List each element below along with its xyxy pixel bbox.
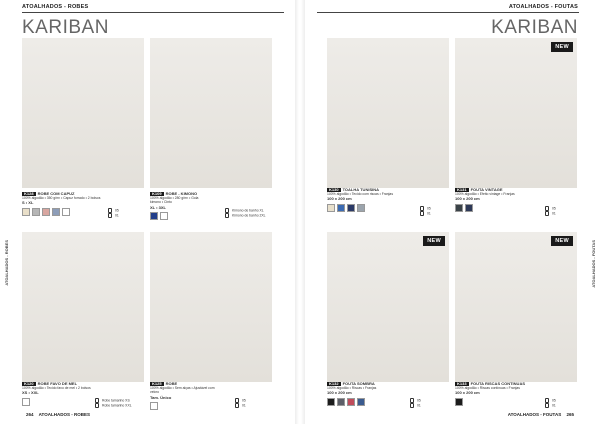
color-swatch[interactable] [347,203,355,212]
packaging-info: 05 01 [545,398,556,409]
color-swatch[interactable] [465,203,473,212]
packaging-info: Kimono de banho XL Kimono de banho 2XL [225,208,266,219]
product-photo-shadow-fouta[interactable]: NEW [327,232,449,382]
page-number: 264 [26,412,34,417]
right-header-rule [317,12,579,13]
color-swatch[interactable] [52,207,60,216]
right-footer: ATOALHADOS - FOUTAS 265 [508,412,578,417]
product-info-kimono: K109 ROBE - KIMONO 100% algodão • 280 g/m… [150,191,210,220]
footer-section: ATOALHADOS - FOUTAS [507,412,562,417]
book-gutter [295,0,305,424]
product-info-striped-fouta: K133 FOUTA RISCAS CONTINUAS 100% algodão … [455,381,583,406]
left-side-tab: ATOALHADOS - ROBES [4,240,9,286]
product-info-hooded-robe: K128 ROBE COM CAPUZ 100% algodão • 350 g/… [22,191,102,216]
left-brand-title: KARIBAN [22,17,109,38]
bag-icon [235,403,239,409]
box-icon [410,398,414,403]
packaging-info: 05 01 [108,208,119,219]
left-header-rule [22,12,284,13]
new-badge: NEW [551,42,573,52]
color-swatch[interactable] [357,397,365,406]
bag-icon [410,403,414,409]
size-icon [225,213,229,219]
size-icon [95,398,99,403]
color-swatch[interactable] [22,397,30,406]
bag-icon [420,211,424,217]
color-swatch[interactable] [347,397,355,406]
product-photo-kimono-robe[interactable] [150,38,272,188]
color-swatch[interactable] [160,211,168,220]
color-swatch[interactable] [32,207,40,216]
size-icon [225,208,229,213]
color-swatch[interactable] [22,207,30,216]
color-swatches [22,207,102,216]
bag-icon [545,211,549,217]
product-sizes: S • XL [22,200,34,206]
packaging-info: 05 01 [410,398,421,409]
size-icon [95,403,99,409]
left-page: ATOALHADOS - ROBES KARIBAN K128 ROBE COM … [0,0,295,424]
color-swatch[interactable] [150,211,158,220]
packaging-info: Robe tamanho XS Robe tamanho XXL [95,398,132,409]
color-swatch[interactable] [327,397,335,406]
product-photo-honeycomb-robe[interactable] [22,232,144,382]
color-swatch[interactable] [327,203,335,212]
box-icon [545,206,549,211]
color-swatch[interactable] [150,401,158,410]
color-swatch[interactable] [337,203,345,212]
right-brand-title: KARIBAN [491,17,578,38]
product-info-strapless-robe: K125 ROBE 100% algodão • Sem alças • Ajus… [150,381,220,410]
page-number: 265 [566,412,574,417]
product-photo-striped-fouta[interactable]: NEW [455,232,577,382]
right-side-tab: ATOALHADOS - FOUTAS [591,240,596,288]
new-badge: NEW [551,236,573,246]
right-section-header: ATOALHADOS - FOUTAS [508,4,578,10]
color-swatch[interactable] [337,397,345,406]
color-swatch[interactable] [62,207,70,216]
new-badge: NEW [423,236,445,246]
product-photo-strapless-robe[interactable] [150,232,272,382]
product-description: 100% algodão • 350 g/m² • Capuz forrado … [22,196,101,201]
packaging-info: 05 01 [235,398,246,409]
footer-section: ATOALHADOS - ROBES [38,412,90,417]
color-swatches [150,211,210,220]
left-section-header: ATOALHADOS - ROBES [22,4,89,10]
box-icon [545,398,549,403]
right-page: ATOALHADOS - FOUTAS KARIBAN K130 TOALHA T… [305,0,600,424]
color-swatch[interactable] [455,397,463,406]
packaging-info: 05 01 [420,206,431,217]
bag-icon [545,403,549,409]
packaging-info: 05 01 [545,206,556,217]
color-swatch[interactable] [42,207,50,216]
product-photo-tunisian-towel[interactable] [327,38,449,188]
color-swatch[interactable] [455,203,463,212]
product-info-tunisian-towel: K130 TOALHA TUNISINA 100% algodão • Tecid… [327,187,427,212]
box-icon [420,206,424,211]
color-swatch[interactable] [357,203,365,212]
box-icon [235,398,239,403]
product-photo-hooded-robe[interactable] [22,38,144,188]
product-info-vintage-fouta: K131 FOUTA VINTAGE 100% algodão • Efeito … [455,187,583,212]
product-photo-vintage-fouta[interactable]: NEW [455,38,577,188]
bag-icon [108,213,112,219]
box-icon [108,208,112,213]
left-footer: 264 ATOALHADOS - ROBES [22,412,90,417]
